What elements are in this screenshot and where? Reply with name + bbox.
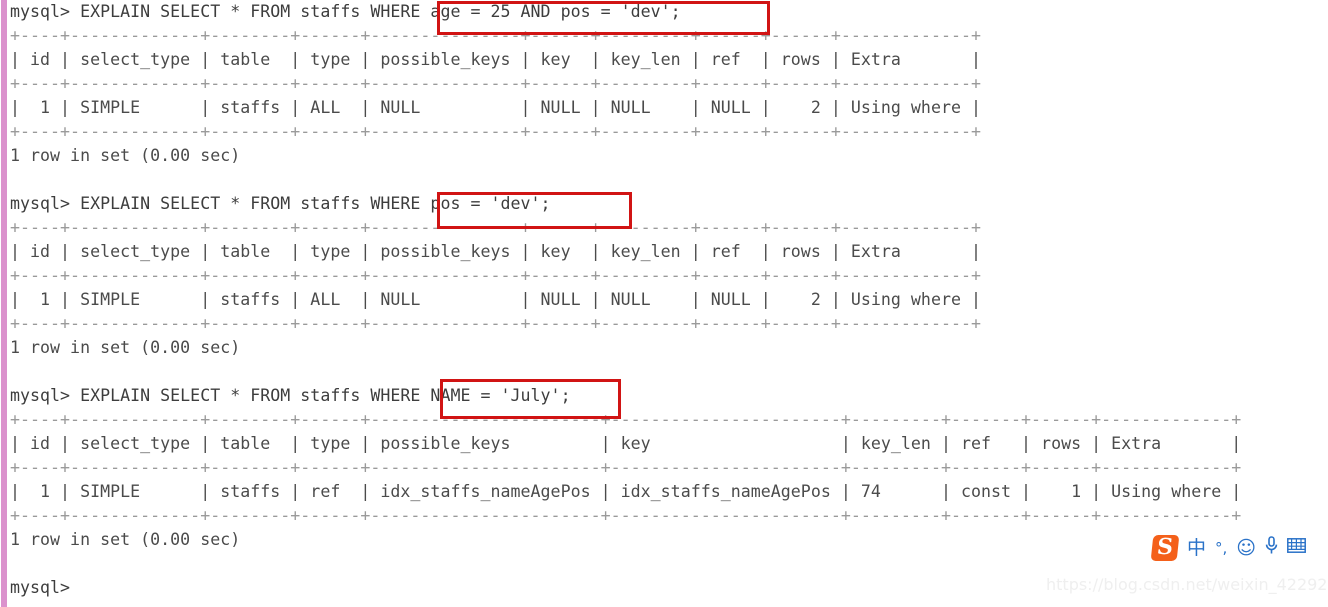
csdn-watermark: https://blog.csdn.net/weixin_42292697 xyxy=(1046,575,1328,594)
terminal-prompt-line: mysql> EXPLAIN SELECT * FROM staffs WHER… xyxy=(10,386,571,405)
terminal-text-line: 1 row in set (0.00 sec) xyxy=(10,338,241,357)
keyboard-glyph xyxy=(1287,538,1307,553)
chinese-mode-icon[interactable]: 中 xyxy=(1187,538,1206,558)
terminal-text-line: | id | select_type | table | type | poss… xyxy=(10,242,981,261)
terminal-text-line: | 1 | SIMPLE | staffs | ALL | NULL | NUL… xyxy=(10,290,981,309)
mysql-terminal-window: mysql> EXPLAIN SELECT * FROM staffs WHER… xyxy=(0,0,1328,607)
table-rule-line: +----+-------------+--------+------+----… xyxy=(10,218,981,237)
terminal-text-line: 1 row in set (0.00 sec) xyxy=(10,146,241,165)
table-rule-line: +----+-------------+--------+------+----… xyxy=(10,266,981,285)
table-rule-line: +----+-------------+--------+------+----… xyxy=(10,410,1242,429)
sogou-logo-icon[interactable]: S xyxy=(1150,534,1180,561)
terminal-console-output[interactable]: mysql> EXPLAIN SELECT * FROM staffs WHER… xyxy=(10,0,1320,600)
soft-keyboard-icon[interactable] xyxy=(1287,538,1307,558)
terminal-prompt-line: mysql> EXPLAIN SELECT * FROM staffs WHER… xyxy=(10,2,681,21)
table-rule-line: +----+-------------+--------+------+----… xyxy=(10,458,1242,477)
table-rule-line: +----+-------------+--------+------+----… xyxy=(10,74,981,93)
microphone-glyph xyxy=(1265,536,1278,554)
terminal-text-line: | id | select_type | table | type | poss… xyxy=(10,434,1242,453)
emoji-icon[interactable]: ☺ xyxy=(1236,538,1256,558)
table-rule-line: +----+-------------+--------+------+----… xyxy=(10,314,981,333)
table-rule-line: +----+-------------+--------+------+----… xyxy=(10,122,981,141)
table-rule-line: +----+-------------+--------+------+----… xyxy=(10,506,1242,525)
terminal-prompt-line: mysql> EXPLAIN SELECT * FROM staffs WHER… xyxy=(10,194,551,213)
window-left-edge-stripe xyxy=(1,0,7,607)
sogou-ime-toolbar[interactable]: S 中 °, ☺ xyxy=(1150,533,1307,563)
table-rule-line: +----+-------------+--------+------+----… xyxy=(10,26,981,45)
terminal-text-line: | 1 | SIMPLE | staffs | ref | idx_staffs… xyxy=(10,482,1242,501)
voice-input-icon[interactable] xyxy=(1265,536,1278,560)
terminal-text-line: 1 row in set (0.00 sec) xyxy=(10,530,241,549)
terminal-text-line: | id | select_type | table | type | poss… xyxy=(10,50,981,69)
terminal-text-line: | 1 | SIMPLE | staffs | ALL | NULL | NUL… xyxy=(10,98,981,117)
punctuation-mode-icon[interactable]: °, xyxy=(1215,538,1227,558)
